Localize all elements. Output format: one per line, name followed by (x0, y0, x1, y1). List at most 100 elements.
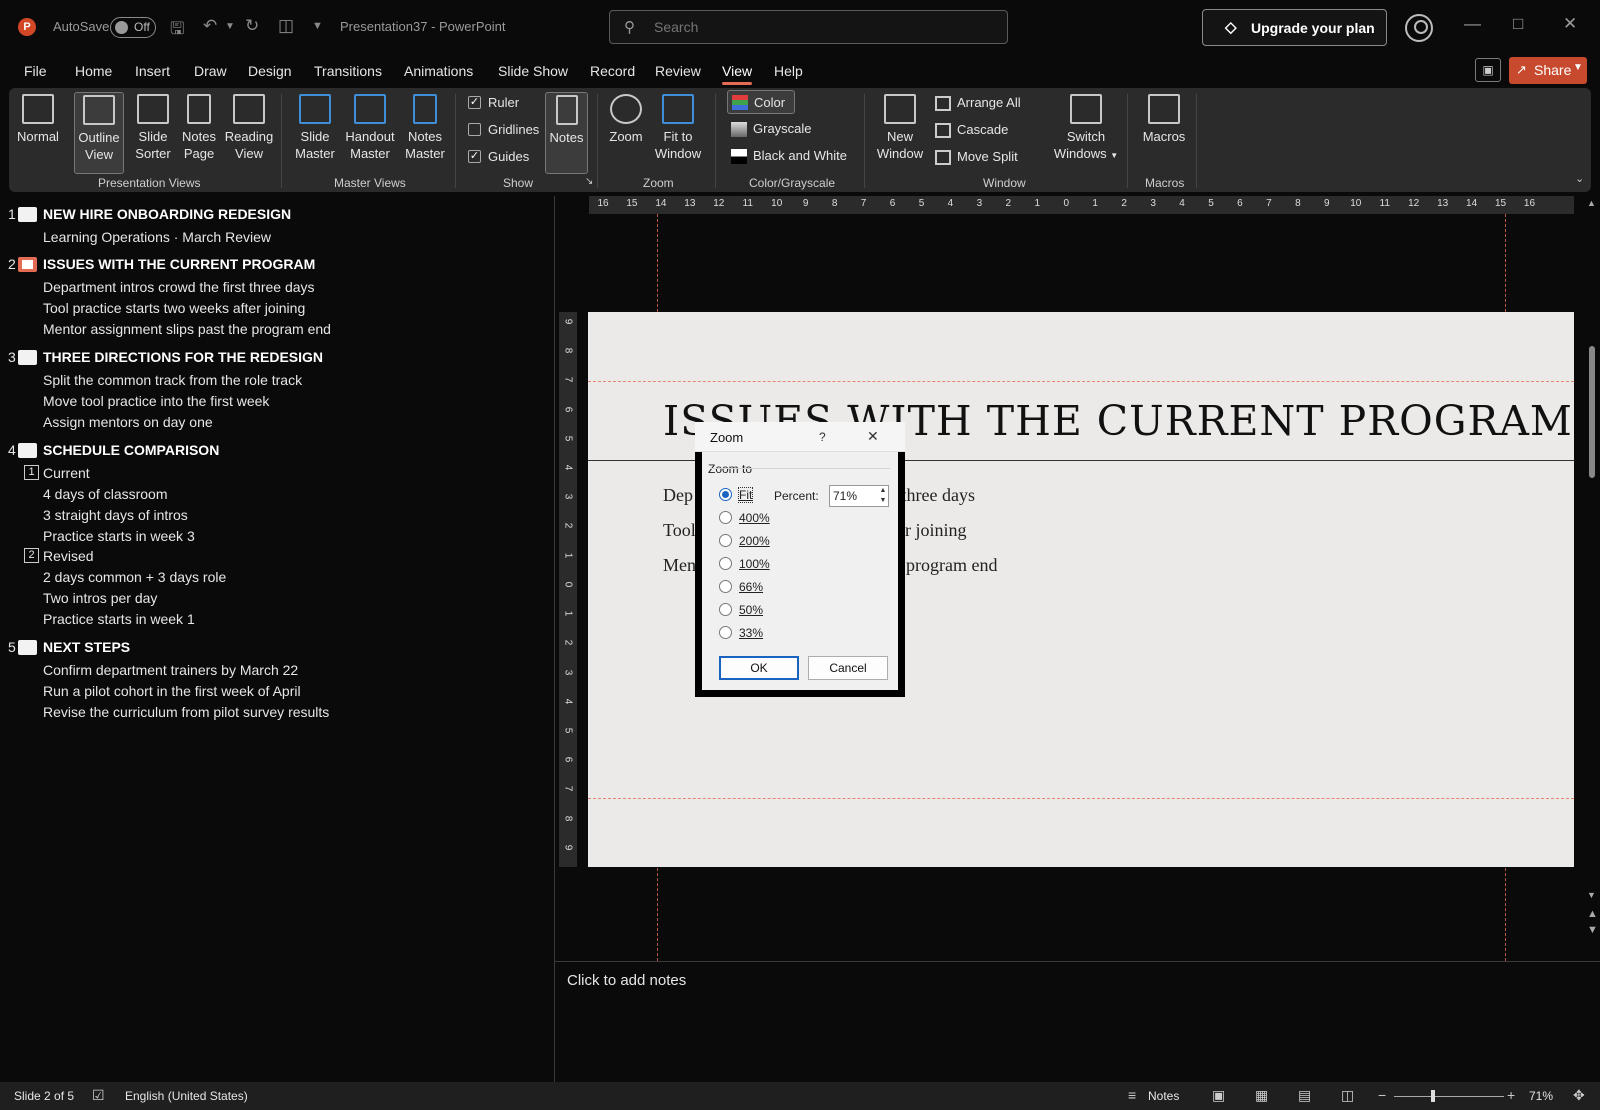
outline-slide-title[interactable]: THREE DIRECTIONS FOR THE REDESIGN (43, 349, 323, 365)
reading-view-icon[interactable]: ▤ (1298, 1087, 1311, 1104)
outline-view-button[interactable]: Outline View (74, 92, 124, 174)
share-button[interactable]: ↗ Share ▼ (1509, 57, 1587, 84)
new-window-button[interactable]: New Window (875, 92, 925, 174)
outline-subheading[interactable]: Revised (43, 548, 94, 564)
notes-master-button[interactable]: Notes Master (401, 92, 449, 174)
search-box[interactable]: ⚲ (609, 10, 1008, 44)
autosave-toggle[interactable]: Off (110, 17, 156, 38)
outline-bullet[interactable]: 3 straight days of intros (43, 507, 188, 523)
radio-33-label[interactable]: 33% (739, 626, 763, 640)
outline-bullet[interactable]: Split the common track from the role tra… (43, 372, 302, 388)
tab-design[interactable]: Design (248, 63, 292, 79)
present-icon[interactable]: ◫ (278, 16, 294, 36)
notes-placeholder[interactable]: Click to add notes (567, 972, 686, 989)
outline-slide-title[interactable]: NEW HIRE ONBOARDING REDESIGN (43, 206, 291, 222)
dialog-titlebar[interactable]: Zoom ? ✕ (695, 422, 905, 452)
outline-bullet[interactable]: Confirm department trainers by March 22 (43, 662, 298, 678)
tab-insert[interactable]: Insert (135, 63, 170, 79)
outline-bullet[interactable]: Two intros per day (43, 590, 157, 606)
color-button[interactable]: Color (727, 90, 795, 114)
handout-master-button[interactable]: Handout Master (340, 92, 400, 174)
outline-slide-title[interactable]: NEXT STEPS (43, 639, 130, 655)
notes-page-button[interactable]: Notes Page (176, 92, 222, 174)
previous-slide-icon[interactable]: ▲ (1587, 908, 1598, 920)
switch-windows-button[interactable]: Switch Windows ▼ (1052, 92, 1120, 174)
notes-pane[interactable]: Click to add notes (555, 961, 1600, 1082)
outline-bullet[interactable]: Run a pilot cohort in the first week of … (43, 683, 301, 699)
close-icon[interactable]: ✕ (867, 428, 879, 445)
radio-66[interactable] (719, 580, 732, 593)
spin-up-icon[interactable]: ▲ (876, 486, 890, 496)
zoom-in-icon[interactable]: + (1507, 1087, 1515, 1103)
fit-to-window-button[interactable]: Fit to Window (650, 92, 706, 174)
tab-review[interactable]: Review (655, 63, 701, 79)
outline-bullet[interactable]: Move tool practice into the first week (43, 393, 269, 409)
notes-toggle-button[interactable]: Notes (545, 92, 588, 174)
slide-body-fragment[interactable]: Tool (663, 520, 696, 541)
horizontal-guide-top[interactable] (588, 381, 1574, 382)
slide-sorter-icon[interactable]: ▦ (1255, 1087, 1268, 1104)
slideshow-icon[interactable]: ◫ (1341, 1087, 1354, 1104)
scroll-up-icon[interactable]: ▲ (1587, 198, 1596, 208)
zoom-slider-thumb[interactable] (1431, 1090, 1435, 1102)
slide-master-button[interactable]: Slide Master (292, 92, 338, 174)
outline-bullet[interactable]: 2 days common + 3 days role (43, 569, 226, 585)
outline-subheading[interactable]: Current (43, 465, 90, 481)
tab-view[interactable]: View (722, 63, 753, 85)
slide-sorter-button[interactable]: Slide Sorter (130, 92, 176, 174)
scroll-down-icon[interactable]: ▼ (1587, 890, 1596, 900)
outline-bullet[interactable]: Department intros crowd the first three … (43, 279, 315, 295)
slide-body-fragment[interactable]: program end (906, 555, 997, 576)
zoom-out-icon[interactable]: − (1378, 1087, 1386, 1103)
save-icon[interactable]: 🖫 (170, 16, 184, 45)
radio-33[interactable] (719, 626, 732, 639)
tab-animations[interactable]: Animations (404, 63, 473, 79)
close-icon[interactable]: ✕ (1563, 14, 1577, 34)
outline-bullet[interactable]: Learning Operations · March Review (43, 229, 271, 245)
reading-view-button[interactable]: Reading View (221, 92, 277, 174)
maximize-icon[interactable]: □ (1513, 14, 1523, 34)
undo-dropdown-icon[interactable]: ▼ (225, 21, 235, 32)
macros-button[interactable]: Macros (1140, 92, 1188, 174)
cancel-button[interactable]: Cancel (808, 656, 888, 680)
outline-bullet[interactable]: Mentor assignment slips past the program… (43, 321, 331, 337)
dialog-launcher-icon[interactable]: ↘ (585, 176, 593, 187)
slide-icon-current[interactable] (18, 257, 37, 272)
slide-icon[interactable] (18, 350, 37, 365)
radio-100[interactable] (719, 557, 732, 570)
outline-bullet[interactable]: Assign mentors on day one (43, 414, 213, 430)
outline-bullet[interactable]: Practice starts in week 1 (43, 611, 195, 627)
tab-home[interactable]: Home (75, 63, 112, 79)
tab-record[interactable]: Record (590, 63, 635, 79)
normal-view-icon[interactable]: ▣ (1212, 1087, 1225, 1104)
tab-draw[interactable]: Draw (194, 63, 227, 79)
language-indicator[interactable]: English (United States) (125, 1089, 248, 1103)
spin-down-icon[interactable]: ▼ (876, 496, 890, 506)
slide-body-fragment[interactable]: Men (663, 555, 696, 576)
notes-toggle-label[interactable]: Notes (1148, 1089, 1179, 1103)
collapse-ribbon-icon[interactable]: ⌄ (1575, 172, 1584, 185)
radio-fit-label[interactable]: Fit (737, 487, 754, 503)
outline-slide-title[interactable]: SCHEDULE COMPARISON (43, 442, 219, 458)
outline-bullet[interactable]: Revise the curriculum from pilot survey … (43, 704, 329, 720)
tab-file[interactable]: File (24, 63, 47, 79)
scroll-thumb[interactable] (1589, 346, 1595, 478)
radio-400-label[interactable]: 400% (739, 511, 770, 525)
customize-toolbar-icon[interactable]: ▼ (312, 20, 323, 32)
next-slide-icon[interactable]: ▼ (1587, 924, 1598, 936)
horizontal-guide-bottom[interactable] (588, 798, 1574, 799)
ok-button[interactable]: OK (719, 656, 799, 680)
vertical-scrollbar[interactable]: ▲ ▼ ▲ ▼ (1583, 196, 1600, 944)
accessibility-icon[interactable]: ☑ (92, 1087, 105, 1104)
zoom-button[interactable]: Zoom (606, 92, 646, 174)
slide-body-fragment[interactable]: Dep (663, 485, 693, 506)
radio-200[interactable] (719, 534, 732, 547)
outline-slide-title[interactable]: ISSUES WITH THE CURRENT PROGRAM (43, 256, 315, 272)
zoom-slider[interactable] (1394, 1096, 1504, 1097)
redo-icon[interactable]: ↻ (245, 16, 259, 36)
tab-transitions[interactable]: Transitions (314, 63, 382, 79)
slide-icon[interactable] (18, 207, 37, 222)
slide-icon[interactable] (18, 640, 37, 655)
undo-icon[interactable]: ↶ (203, 16, 217, 36)
radio-50-label[interactable]: 50% (739, 603, 763, 617)
